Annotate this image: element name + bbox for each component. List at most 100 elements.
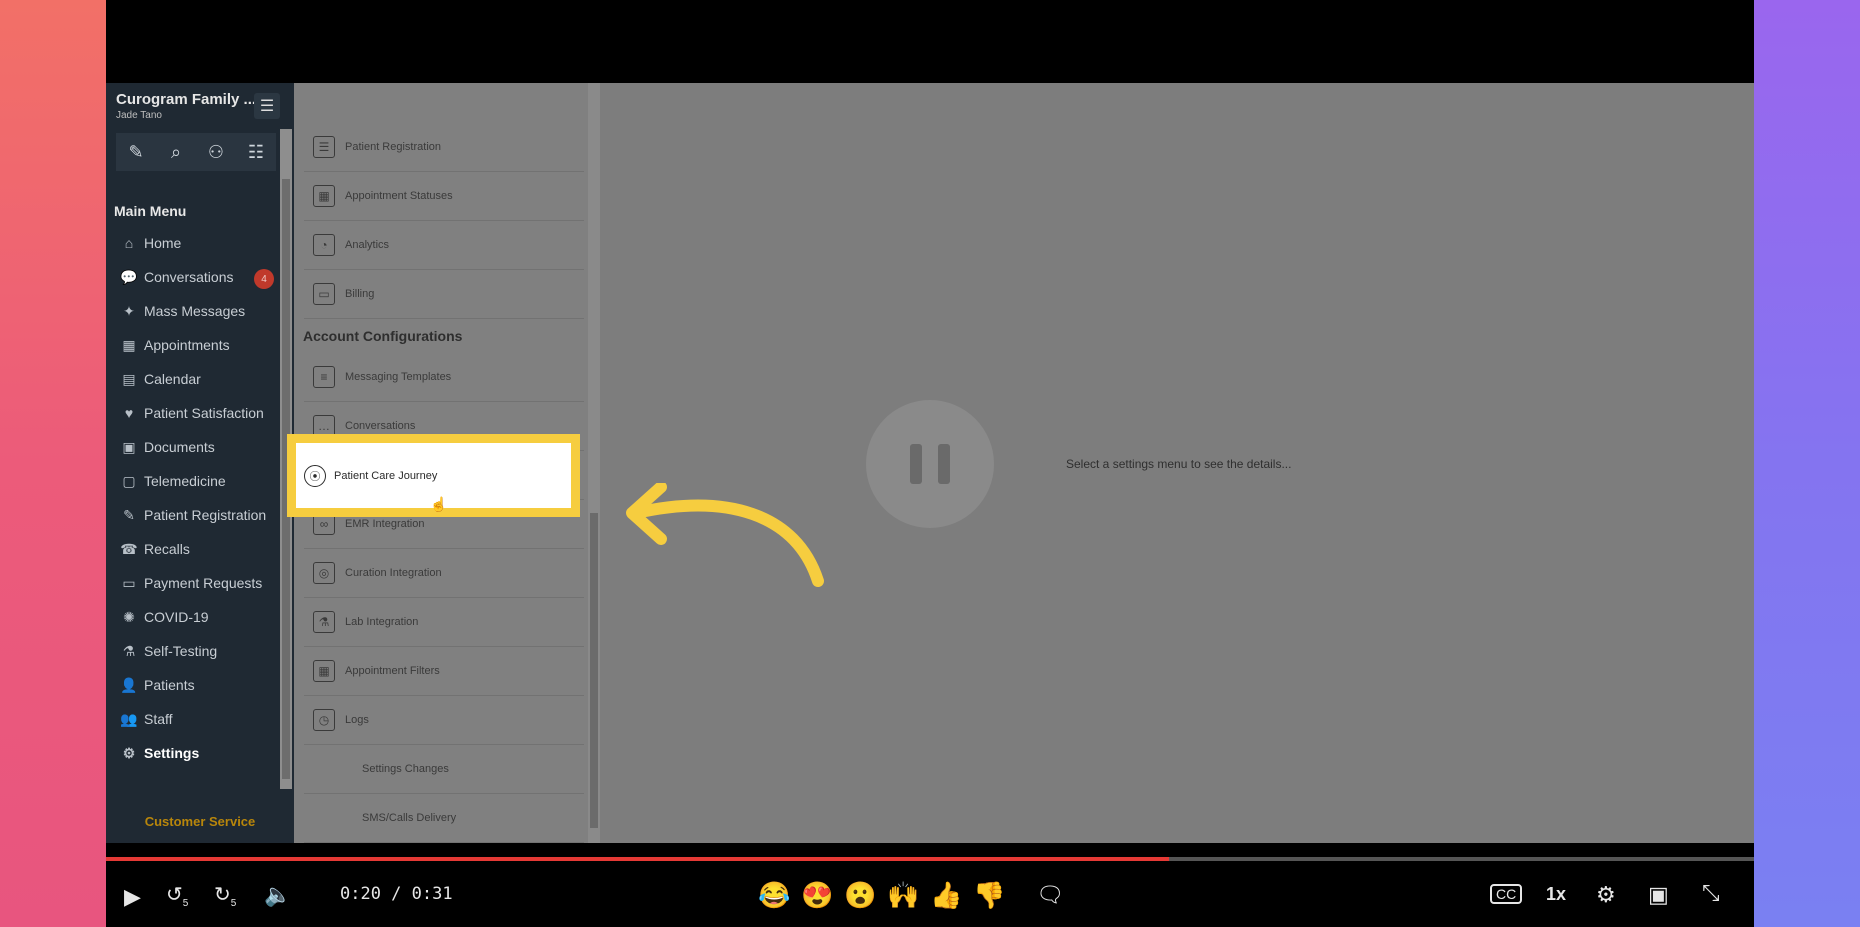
setting-label: Lab Integration — [345, 616, 419, 628]
settings-gear-icon[interactable]: ⚙ — [1596, 882, 1616, 908]
filter-calendar-icon: ▦ — [313, 660, 335, 682]
sidebar-item-label: COVID-19 — [144, 609, 209, 625]
comment-icon[interactable]: 🗨 — [1036, 882, 1064, 908]
setting-messaging-templates[interactable]: ≡ Messaging Templates — [304, 353, 584, 402]
reaction-emoji-icon[interactable]: 👎 — [973, 880, 1006, 911]
sidebar-item-recalls[interactable]: ☎ Recalls — [114, 532, 284, 566]
setting-sub-sms-calls-delivery[interactable]: SMS/Calls Delivery — [304, 794, 584, 843]
search-icon[interactable]: ⌕ — [164, 142, 188, 163]
setting-appointment-filters[interactable]: ▦ Appointment Filters — [304, 647, 584, 696]
sidebar-item-home[interactable]: ⌂ Home — [114, 226, 284, 260]
credit-card-icon: ▭ — [313, 283, 335, 305]
sidebar-item-calendar[interactable]: ▤ Calendar — [114, 362, 284, 396]
play-icon[interactable]: ▶ — [124, 884, 141, 910]
main-sidebar: Curogram Family ... Jade Tano ☰ ✎ ⌕ ⚇ ☷ … — [106, 83, 294, 843]
setting-label: EMR Integration — [345, 518, 425, 530]
main-menu-title: Main Menu — [114, 203, 187, 219]
speed-button[interactable]: 1x — [1546, 884, 1566, 905]
player-controls: ▶ ↺5 ↻5 🔈 0:20 / 0:31 😂 😍 😮 🙌 👍 👎 🗨 CC 1x ⚙ ▣… — [106, 870, 1754, 927]
sidebar-item-staff[interactable]: 👥 Staff — [114, 702, 284, 736]
pause-overlay-button[interactable] — [866, 400, 994, 528]
sidebar-item-label: Patient Satisfaction — [144, 405, 264, 421]
setting-analytics[interactable]: ◔ Analytics — [304, 221, 584, 270]
sidebar-item-label: Payment Requests — [144, 575, 263, 591]
setting-lab-integration[interactable]: ⚗ Lab Integration — [304, 598, 584, 647]
reactions-bar: 😂 😍 😮 🙌 👍 👎 — [758, 880, 1006, 911]
hamburger-menu-icon[interactable]: ☰ — [254, 93, 280, 119]
setting-sub-settings-changes[interactable]: Settings Changes — [304, 745, 584, 794]
sidebar-item-label: Recalls — [144, 541, 190, 557]
team-icon: 👥 — [120, 710, 138, 727]
sidebar-item-label: Patient Registration — [144, 507, 267, 523]
customer-service-link[interactable]: Customer Service — [106, 799, 294, 843]
sidebar-item-patients[interactable]: 👤 Patients — [114, 668, 284, 702]
sidebar-item-self-testing[interactable]: ⚗ Self-Testing — [114, 634, 284, 668]
sidebar-item-label: Conversations — [144, 269, 234, 285]
sidebar-item-label: Patients — [144, 677, 195, 693]
journey-icon: ⦿ — [304, 464, 326, 487]
empty-state-message: Select a settings menu to see the detail… — [1066, 457, 1292, 471]
calendar-check-icon: ▦ — [122, 336, 136, 353]
settings-scroll-thumb[interactable] — [590, 513, 598, 828]
setting-label: Appointment Filters — [345, 665, 440, 677]
sidebar-item-appointments[interactable]: ▦ Appointments — [114, 328, 284, 362]
sidebar-item-patient-satisfaction[interactable]: ♥ Patient Satisfaction — [114, 396, 284, 430]
reaction-emoji-icon[interactable]: 😂 — [758, 880, 791, 911]
sidebar-item-documents[interactable]: ▣ Documents — [114, 430, 284, 464]
sidebar-item-label: Calendar — [144, 371, 201, 387]
filters-icon[interactable]: ☷ — [244, 142, 268, 163]
reaction-emoji-icon[interactable]: 👍 — [930, 880, 963, 911]
settings-scrollbar[interactable] — [588, 83, 600, 843]
highlighted-label: Patient Care Journey — [334, 469, 438, 482]
video-progress-bar[interactable] — [106, 857, 1754, 861]
documents-icon: ▣ — [122, 438, 136, 455]
mouse-cursor-icon: ☝ — [430, 496, 448, 512]
reaction-emoji-icon[interactable]: 🙌 — [887, 880, 920, 911]
calendar-icon: ▤ — [122, 370, 136, 387]
person-icon: 👤 — [120, 676, 138, 693]
background-gradient-left — [0, 0, 106, 927]
reaction-emoji-icon[interactable]: 😮 — [844, 880, 877, 911]
main-menu: ⌂ Home 💬 Conversations 4 ✦ Mass Messages ▦ Appoi… — [114, 226, 284, 770]
clipboard-icon: ☰ — [313, 136, 335, 158]
exit-fullscreen-icon[interactable]: ⤡ — [1702, 880, 1720, 906]
pause-bar-left — [910, 444, 922, 484]
setting-label: Logs — [345, 714, 369, 726]
heart-icon: ♥ — [124, 405, 134, 421]
brand: Curogram Family ... Jade Tano — [116, 91, 256, 121]
flask-icon: ⚗ — [122, 642, 136, 659]
sidebar-item-settings[interactable]: ⚙ Settings — [114, 736, 284, 770]
captions-icon[interactable]: CC — [1490, 884, 1523, 904]
sidebar-item-label: Settings — [144, 745, 200, 761]
sidebar-item-patient-registration[interactable]: ✎ Patient Registration — [114, 498, 284, 532]
sidebar-item-payment-requests[interactable]: ▭ Payment Requests — [114, 566, 284, 600]
section-title: Account Configurations — [303, 328, 463, 344]
setting-appointment-statuses[interactable]: ▦ Appointment Statuses — [304, 172, 584, 221]
user-icon[interactable]: ⚇ — [204, 142, 228, 163]
sidebar-item-label: Documents — [144, 439, 215, 455]
setting-billing[interactable]: ▭ Billing — [304, 270, 584, 319]
setting-label: Settings Changes — [362, 763, 449, 775]
home-icon: ⌂ — [124, 235, 134, 251]
sidebar-item-mass-messages[interactable]: ✦ Mass Messages — [114, 294, 284, 328]
sidebar-item-covid-19[interactable]: ✺ COVID-19 — [114, 600, 284, 634]
reaction-emoji-icon[interactable]: 😍 — [801, 880, 834, 911]
sidebar-item-telemedicine[interactable]: ▢ Telemedicine — [114, 464, 284, 498]
rewind-5-icon[interactable]: ↺5 — [166, 882, 188, 909]
forward-label: 5 — [230, 898, 237, 909]
forward-5-icon[interactable]: ↻5 — [214, 882, 236, 909]
setting-patient-registration[interactable]: ☰ Patient Registration — [304, 123, 584, 172]
rewind-label: 5 — [182, 898, 189, 909]
callout-arrow-icon — [626, 483, 824, 587]
time-display: 0:20 / 0:31 — [340, 884, 453, 904]
volume-icon[interactable]: 🔈 — [264, 882, 291, 908]
calendar-status-icon: ▦ — [313, 185, 335, 207]
setting-curation-integration[interactable]: ◎ Curation Integration — [304, 549, 584, 598]
setting-label: Curation Integration — [345, 567, 442, 579]
compose-icon[interactable]: ✎ — [124, 142, 148, 163]
setting-logs[interactable]: ◷ Logs — [304, 696, 584, 745]
sidebar-item-conversations[interactable]: 💬 Conversations 4 — [114, 260, 284, 294]
video-player[interactable]: Curogram Family ... Jade Tano ☰ ✎ ⌕ ⚇ ☷ … — [106, 0, 1754, 927]
picture-in-picture-icon[interactable]: ▣ — [1648, 882, 1669, 908]
flask-icon: ⚗ — [313, 611, 335, 633]
